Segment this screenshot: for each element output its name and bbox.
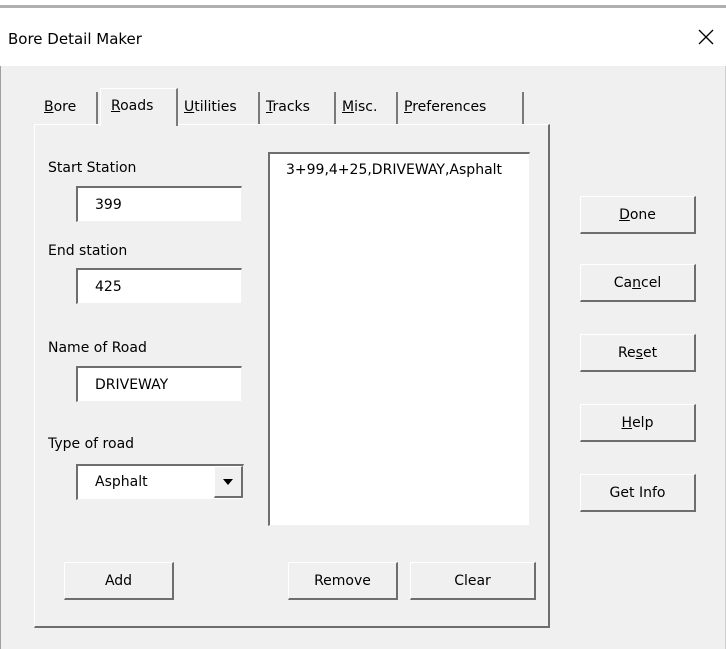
window-top-strip [0,0,726,8]
road-name-input[interactable] [76,366,242,402]
close-button[interactable] [686,8,726,66]
road-name-label: Name of Road [48,340,147,356]
clear-button[interactable]: Clear [410,562,536,600]
chevron-down-icon [223,478,233,485]
cancel-button[interactable]: Cancel [580,264,696,302]
road-type-label: Type of road [48,436,135,452]
tab-tracks[interactable]: Tracks [262,92,336,124]
list-item[interactable]: 3+99,4+25,DRIVEWAY,Asphalt [270,154,529,178]
tab-preferences[interactable]: Preferences [400,92,524,124]
tab-roads[interactable]: Roads [100,88,178,126]
window-border-left [0,66,1,649]
close-icon [698,29,714,45]
tab-label: Bore [44,99,77,115]
tab-label: Tracks [266,99,310,115]
get-info-button[interactable]: Get Info [580,474,696,512]
start-station-label: Start Station [48,160,137,176]
road-type-dropdown-button[interactable] [214,466,243,498]
done-button[interactable]: Done [580,196,696,234]
tab-label: Roads [111,98,154,114]
help-button[interactable]: Help [580,404,696,442]
road-type-value: Asphalt [95,474,148,490]
tab-utilities[interactable]: Utilities [180,92,260,124]
title-bar: Bore Detail Maker [0,8,726,66]
start-station-input[interactable] [76,186,242,222]
tab-label: Misc. [342,99,378,115]
reset-button[interactable]: Reset [580,334,696,372]
tab-label: Utilities [184,99,237,115]
tab-label: Preferences [404,99,487,115]
road-type-select[interactable]: Asphalt [76,464,244,500]
window-title: Bore Detail Maker [8,30,142,48]
end-station-input[interactable] [76,268,242,304]
tab-misc[interactable]: Misc. [338,92,398,124]
roads-list[interactable]: 3+99,4+25,DRIVEWAY,Asphalt [268,152,530,526]
tab-bore[interactable]: Bore [40,92,98,124]
add-button[interactable]: Add [64,562,174,600]
end-station-label: End station [48,243,128,259]
remove-button[interactable]: Remove [288,562,398,600]
